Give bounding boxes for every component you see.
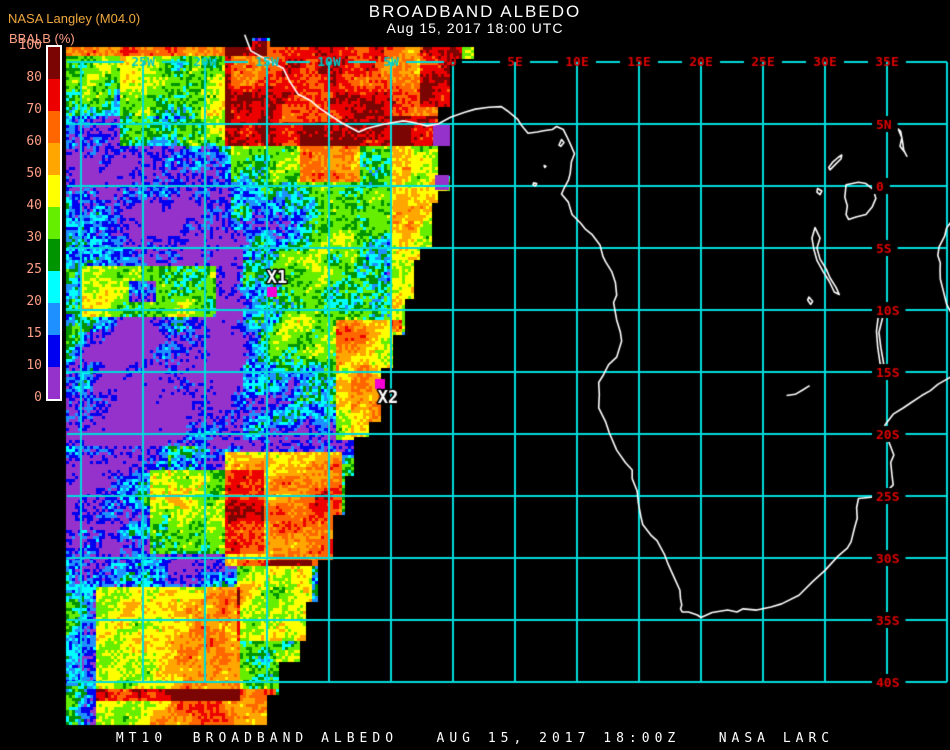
albedo-map-app: BROADBAND ALBEDO Aug 15, 2017 18:00 UTC … <box>0 0 950 750</box>
colorbar-segment <box>48 175 60 207</box>
colorbar-tick-label: 0 <box>4 391 42 404</box>
albedo-map-canvas <box>0 0 950 750</box>
colorbar-segment <box>48 207 60 239</box>
colorbar-tick-label: 10 <box>4 359 42 372</box>
colorbar-tick-label: 25 <box>4 263 42 276</box>
colorbar-segment <box>48 47 60 79</box>
colorbar-tick-label: 60 <box>4 135 42 148</box>
colorbar-tick-label: 80 <box>4 71 42 84</box>
colorbar-tick-label: 70 <box>4 103 42 116</box>
colorbar-segment <box>48 271 60 303</box>
colorbar-tick-label: 50 <box>4 167 42 180</box>
source-label: NASA Langley (M04.0) <box>8 11 140 26</box>
colorbar <box>46 45 62 401</box>
colorbar-segment <box>48 111 60 143</box>
colorbar-segment <box>48 367 60 399</box>
colorbar-tick-label: 30 <box>4 231 42 244</box>
colorbar-tick-label: 20 <box>4 295 42 308</box>
page-title: BROADBAND ALBEDO <box>0 2 950 22</box>
colorbar-segment <box>48 335 60 367</box>
colorbar-tick-label: 40 <box>4 199 42 212</box>
colorbar-tick-label: 100 <box>4 39 42 52</box>
colorbar-segment <box>48 239 60 271</box>
footer-status-bar: MT10 BROADBAND ALBEDO AUG 15, 2017 18:00… <box>0 731 950 746</box>
colorbar-segment <box>48 143 60 175</box>
colorbar-segment <box>48 79 60 111</box>
colorbar-segment <box>48 303 60 335</box>
colorbar-tick-label: 15 <box>4 327 42 340</box>
page-subtitle: Aug 15, 2017 18:00 UTC <box>0 20 950 36</box>
